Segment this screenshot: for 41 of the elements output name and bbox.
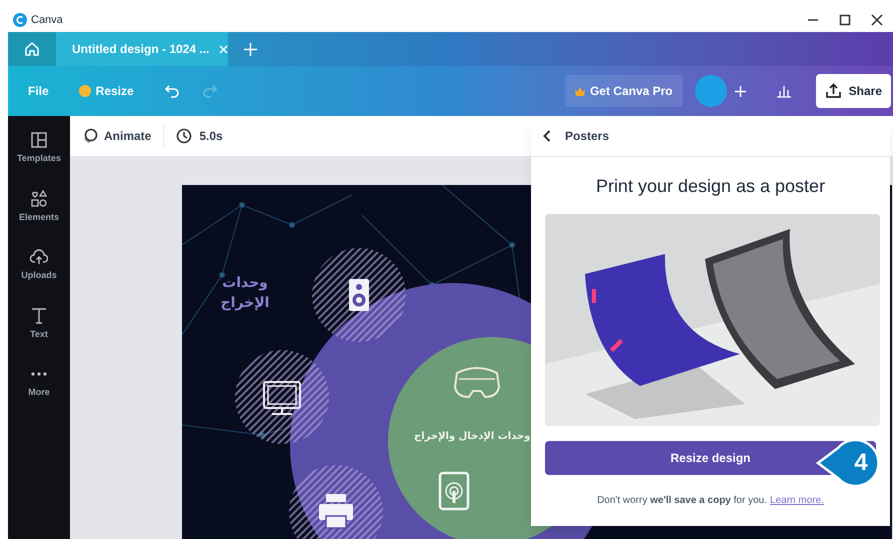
window-title: Canva — [31, 12, 63, 28]
sidebar-item[interactable]: Text — [9, 302, 69, 346]
clock-icon — [176, 128, 192, 144]
sidebar-item[interactable]: More — [9, 360, 69, 404]
tablet-icon — [438, 472, 470, 510]
panel-title: Print your design as a poster — [594, 175, 826, 198]
animate-icon — [82, 128, 98, 144]
headset-icon — [454, 367, 500, 398]
save-copy-note: Don't worry we'll save a copy for you. — [597, 494, 768, 508]
home-icon — [24, 41, 40, 57]
layout-icon — [30, 131, 48, 149]
upgrade-button[interactable]: Get Canva Pro — [564, 75, 683, 107]
sidebar-item[interactable]: Uploads — [9, 243, 69, 288]
printer-icon — [319, 494, 353, 529]
crown-icon — [574, 86, 585, 96]
sidebar-item[interactable]: Templates — [9, 126, 69, 170]
text-icon — [30, 306, 48, 324]
upload-icon — [824, 83, 842, 99]
back-button[interactable]: Posters — [531, 116, 890, 157]
shapes-icon — [30, 190, 48, 208]
home-button[interactable] — [8, 32, 56, 66]
monitor-icon — [263, 381, 301, 415]
close-tab-icon[interactable] — [219, 44, 228, 54]
share-button[interactable]: Share — [816, 74, 891, 108]
cloud-upload-icon — [30, 248, 48, 266]
close-icon[interactable] — [871, 14, 883, 26]
design-heading: وحدات الإخراج — [220, 274, 270, 313]
animate-button[interactable]: Animate — [82, 127, 152, 145]
app-logo-icon — [13, 13, 27, 27]
avatar[interactable] — [694, 75, 727, 107]
speaker-icon — [349, 279, 369, 311]
chevron-left-icon — [543, 130, 551, 142]
maximize-icon[interactable] — [839, 14, 851, 26]
duration-button[interactable]: 5.0s — [176, 127, 223, 145]
add-member-icon[interactable] — [734, 86, 746, 96]
learn-more-link[interactable]: Learn more. — [770, 493, 824, 508]
more-icon — [30, 372, 48, 376]
plus-icon — [244, 42, 256, 56]
sidebar-item[interactable]: Elements — [9, 184, 69, 229]
design-label: وحدات الإدخال والإخراج — [414, 430, 530, 444]
bar-chart-icon[interactable] — [776, 84, 792, 98]
